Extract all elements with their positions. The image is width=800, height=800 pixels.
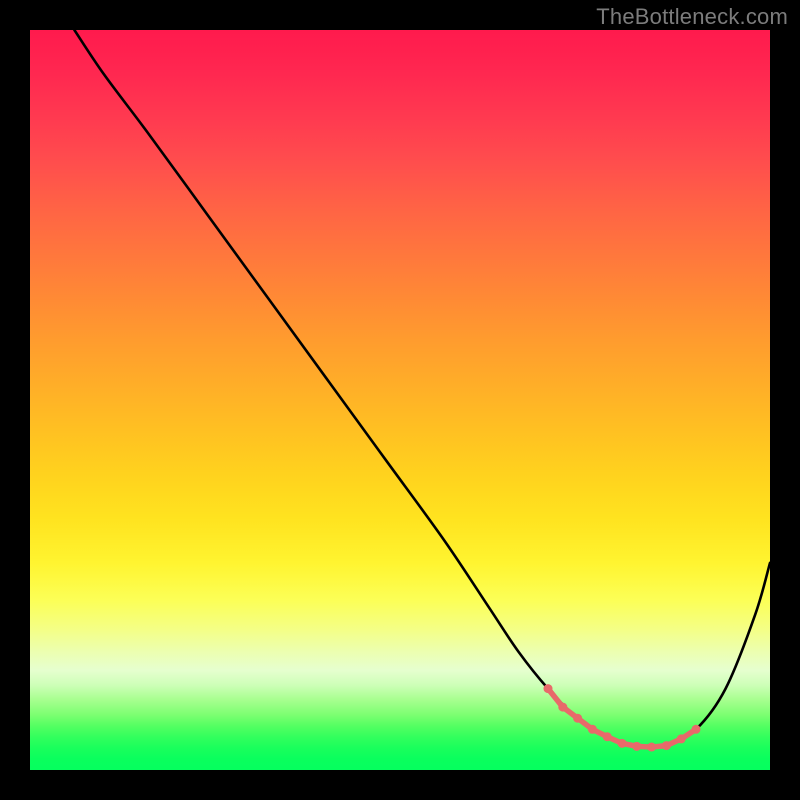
highlight-dot: [544, 684, 553, 693]
highlight-dot: [632, 742, 641, 751]
bottleneck-curve: [74, 30, 770, 748]
watermark-text: TheBottleneck.com: [596, 4, 788, 30]
highlight-dot: [677, 734, 686, 743]
highlight-dot: [573, 714, 582, 723]
highlight-dot: [588, 725, 597, 734]
curve-svg: [30, 30, 770, 770]
highlight-dot: [558, 703, 567, 712]
highlight-dot: [618, 739, 627, 748]
chart-container: TheBottleneck.com: [0, 0, 800, 800]
highlight-dot: [647, 743, 656, 752]
highlight-dot: [692, 725, 701, 734]
highlight-dot: [603, 732, 612, 741]
plot-area: [30, 30, 770, 770]
highlight-markers: [544, 684, 701, 751]
highlight-dot: [662, 741, 671, 750]
